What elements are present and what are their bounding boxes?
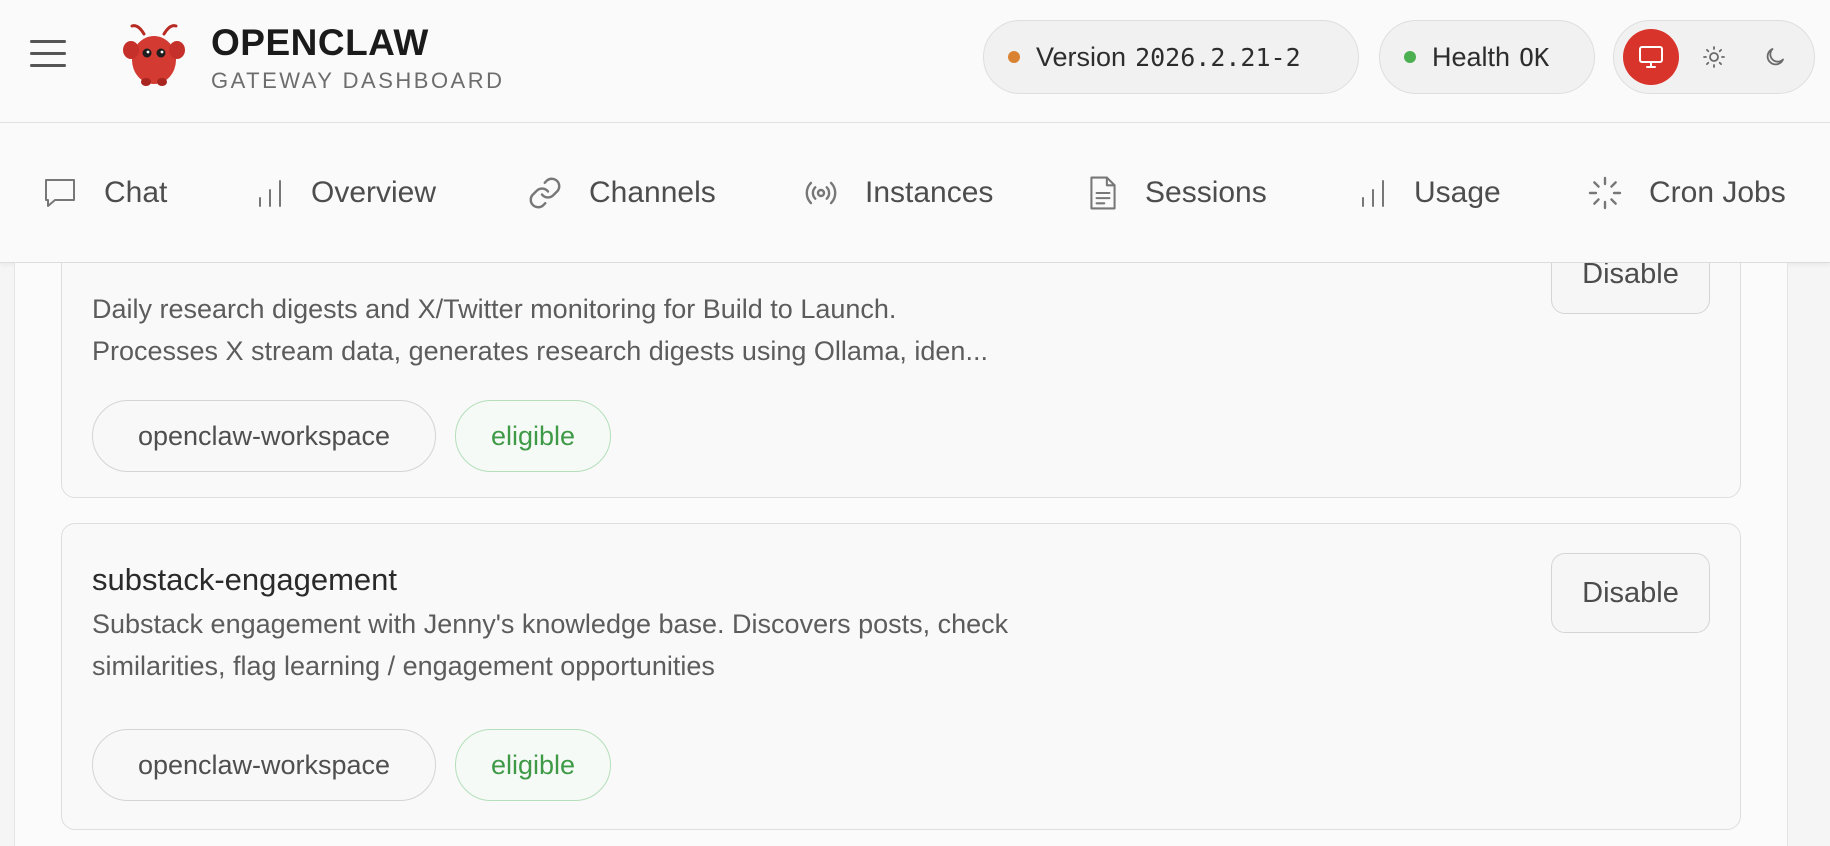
document-icon [1090, 176, 1116, 210]
skill-description-line: Substack engagement with Jenny's knowled… [92, 609, 1009, 639]
skill-card: Disable Daily research digests and X/Twi… [61, 263, 1741, 498]
disable-button[interactable]: Disable [1551, 263, 1710, 314]
link-icon [529, 177, 561, 209]
version-value: 2026.2.21-2 [1135, 42, 1301, 72]
nav-tab-label: Channels [589, 176, 716, 209]
main-nav: Chat Overview Channels Instances Session… [0, 123, 1830, 263]
version-badge: Version 2026.2.21-2 [983, 20, 1359, 94]
health-status-dot [1404, 51, 1416, 63]
nav-tab-instances[interactable]: Instances [803, 123, 993, 263]
version-status-dot [1008, 51, 1020, 63]
nav-tab-sessions[interactable]: Sessions [1087, 123, 1267, 263]
source-tag: openclaw-workspace [92, 729, 436, 801]
source-tag: openclaw-workspace [92, 400, 436, 472]
bar-chart-icon [1362, 180, 1384, 207]
nav-tab-label: Sessions [1145, 176, 1267, 209]
nav-tab-label: Overview [311, 176, 437, 209]
bar-chart-icon [259, 180, 281, 207]
health-label: Health [1432, 41, 1511, 72]
nav-tab-chat[interactable]: Chat [42, 123, 167, 263]
nav-tab-label: Cron Jobs [1649, 176, 1786, 209]
eligible-badge: eligible [455, 729, 611, 801]
theme-system-button[interactable] [1623, 29, 1679, 85]
moon-icon [1766, 48, 1784, 66]
nav-tab-cron-jobs[interactable]: Cron Jobs [1587, 123, 1786, 263]
disable-button[interactable]: Disable [1551, 553, 1710, 633]
brand-subtitle: GATEWAY DASHBOARD [211, 68, 505, 93]
skill-description-line: Processes X stream data, generates resea… [92, 336, 988, 366]
version-label: Version [1036, 41, 1127, 72]
lobster-logo-icon [123, 24, 185, 86]
loader-icon [1588, 176, 1622, 210]
chat-bubble-icon [45, 179, 75, 207]
nav-tab-label: Usage [1414, 176, 1501, 209]
skills-list: Disable Daily research digests and X/Twi… [14, 263, 1788, 846]
nav-tab-overview[interactable]: Overview [255, 123, 436, 263]
nav-tab-label: Instances [865, 176, 994, 209]
brand: OPENCLAW GATEWAY DASHBOARD [211, 22, 505, 96]
health-value: OK [1519, 42, 1550, 72]
top-bar: OPENCLAW GATEWAY DASHBOARD Version 2026.… [0, 0, 1830, 123]
sun-icon [1703, 46, 1725, 68]
theme-switcher [1613, 20, 1815, 94]
skill-name: substack-engagement [92, 562, 398, 597]
brand-title: OPENCLAW [211, 22, 429, 63]
menu-icon[interactable] [30, 40, 66, 70]
theme-light-button[interactable] [1686, 29, 1742, 85]
eligible-badge: eligible [455, 400, 611, 472]
monitor-icon [1639, 46, 1663, 68]
skill-description-line: similarities, flag learning / engagement… [92, 651, 715, 681]
nav-tab-channels[interactable]: Channels [527, 123, 716, 263]
health-badge: Health OK [1379, 20, 1595, 94]
broadcast-icon [805, 181, 837, 205]
nav-tab-label: Chat [104, 176, 168, 209]
skill-card: substack-engagement Disable Substack eng… [61, 523, 1741, 830]
skill-description-line: Daily research digests and X/Twitter mon… [92, 294, 897, 324]
nav-tab-usage[interactable]: Usage [1358, 123, 1501, 263]
theme-dark-button[interactable] [1747, 29, 1803, 85]
